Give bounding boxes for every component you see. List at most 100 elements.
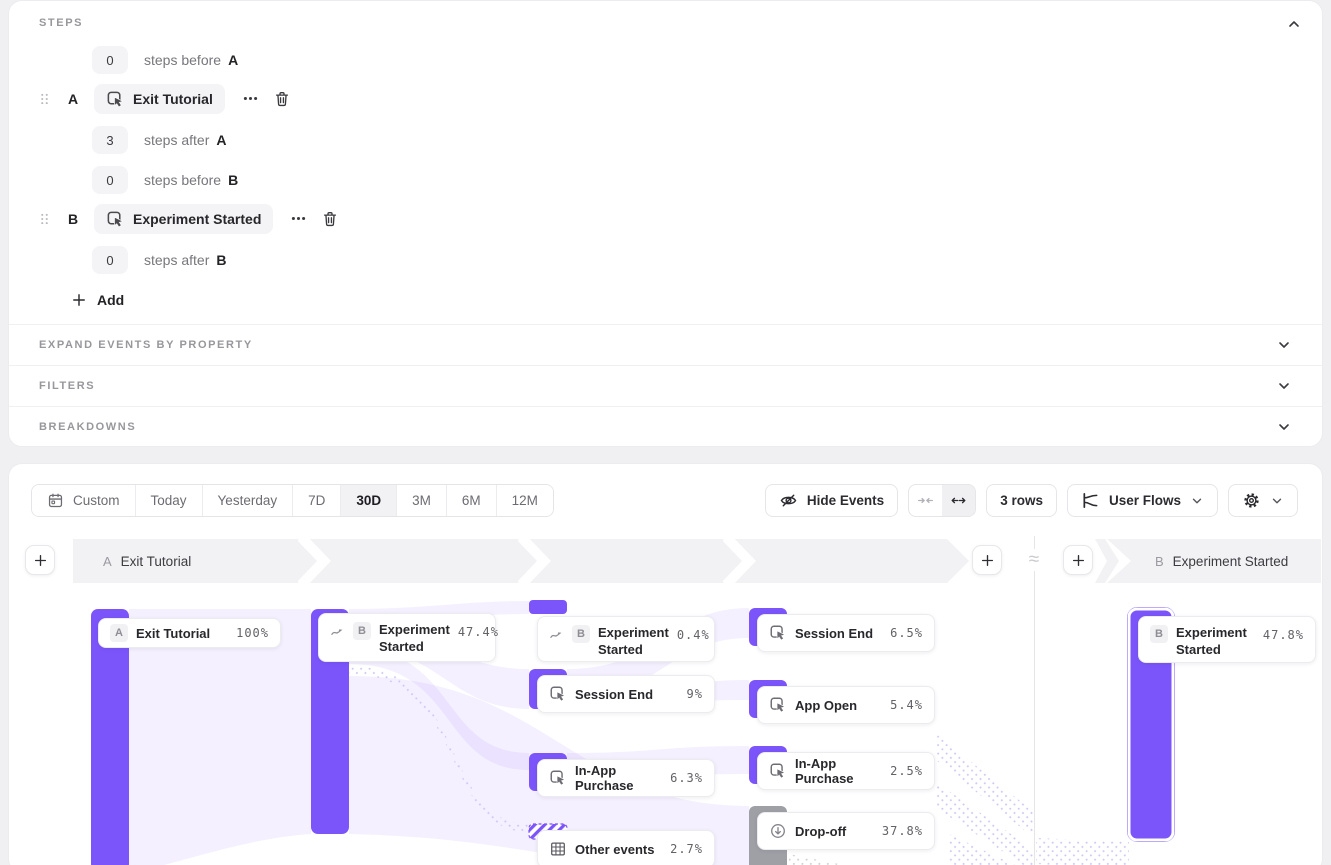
step-a-event-button[interactable]: Exit Tutorial xyxy=(94,84,225,114)
event-click-icon xyxy=(549,769,567,787)
flow-node-session-end-65[interactable]: Session End 6.5% xyxy=(757,614,935,652)
steps-before-a-count[interactable]: 0 xyxy=(92,46,128,74)
chevron-down-icon xyxy=(1276,418,1292,436)
node-percent: 37.8% xyxy=(882,824,923,838)
node-percent: 2.5% xyxy=(890,764,923,778)
gear-icon xyxy=(1242,491,1261,510)
steps-section-title: STEPS xyxy=(39,17,83,29)
node-label: In-App Purchase xyxy=(575,763,662,793)
node-label: Drop-off xyxy=(795,824,846,839)
steps-before-a-step: A xyxy=(228,52,238,68)
steps-before-a-row: 0 steps before A xyxy=(92,45,238,75)
add-step-button[interactable]: Add xyxy=(71,285,124,315)
rows-button[interactable]: 3 rows xyxy=(986,484,1057,517)
flow-node-experiment-started-478[interactable]: B Experiment Started 47.8% xyxy=(1138,616,1316,663)
node-label: Experiment Started xyxy=(379,622,450,656)
calendar-icon xyxy=(47,492,64,509)
section-breakdowns[interactable]: BREAKDOWNS xyxy=(9,406,1322,447)
plus-icon xyxy=(71,292,87,308)
add-column-left-button[interactable] xyxy=(25,545,55,575)
chevron-down-icon xyxy=(1190,494,1204,508)
node-label: Experiment Started xyxy=(1176,625,1255,659)
steps-before-b-count[interactable]: 0 xyxy=(92,166,128,194)
section-expand-events-by-property[interactable]: EXPAND EVENTS BY PROPERTY xyxy=(9,324,1322,365)
drag-handle-icon[interactable] xyxy=(37,90,52,108)
flow-node-experiment-started-47[interactable]: B Experiment Started 47.4% xyxy=(318,613,496,662)
band-step-letter: A xyxy=(103,554,112,569)
plus-icon xyxy=(33,553,48,568)
add-column-mid-right-button[interactable] xyxy=(1063,545,1093,575)
steps-before-b-label: steps before xyxy=(144,172,221,188)
step-badge: B xyxy=(572,625,590,643)
flow-node-experiment-started-04[interactable]: B Experiment Started 0.4% xyxy=(537,616,715,662)
step-b-event-name: Experiment Started xyxy=(133,211,261,227)
event-click-icon xyxy=(769,696,787,714)
node-percent: 9% xyxy=(687,687,703,701)
add-column-mid-left-button[interactable] xyxy=(972,545,1002,575)
steps-after-a-label: steps after xyxy=(144,132,209,148)
section-label: EXPAND EVENTS BY PROPERTY xyxy=(39,339,253,351)
node-label: Session End xyxy=(575,687,653,702)
flow-node-in-app-purchase-25[interactable]: In-App Purchase 2.5% xyxy=(757,752,935,790)
view-selector-button[interactable]: User Flows xyxy=(1067,484,1218,517)
eye-off-icon xyxy=(779,491,798,510)
collapse-steps-button[interactable] xyxy=(1286,15,1302,33)
steps-after-b-row: 0 steps after B xyxy=(92,245,227,275)
flow-node-exit-tutorial[interactable]: A Exit Tutorial 100% xyxy=(98,618,281,648)
steps-after-a-count[interactable]: 3 xyxy=(92,126,128,154)
flow-node-app-open[interactable]: App Open 5.4% xyxy=(757,686,935,724)
step-a-row: A Exit Tutorial xyxy=(37,84,291,114)
event-click-icon xyxy=(769,762,787,780)
node-label: Experiment Started xyxy=(598,625,669,659)
step-a-delete-icon[interactable] xyxy=(273,90,291,108)
date-range-custom[interactable]: Custom xyxy=(32,485,135,516)
node-percent: 47.4% xyxy=(458,625,499,639)
date-range-6m[interactable]: 6M xyxy=(446,485,496,516)
step-a-letter: A xyxy=(66,91,80,107)
step-b-options-icon[interactable] xyxy=(290,210,307,228)
chevron-down-icon xyxy=(1276,336,1292,354)
arrows-outward-icon xyxy=(950,492,967,509)
collapse-columns-button[interactable] xyxy=(909,485,942,516)
steps-after-b-step: B xyxy=(216,252,226,268)
steps-before-a-label: steps before xyxy=(144,52,221,68)
date-range-yesterday[interactable]: Yesterday xyxy=(202,485,293,516)
steps-after-a-row: 3 steps after A xyxy=(92,125,227,155)
date-range-control: Custom Today Yesterday 7D 30D 3M 6M 12M xyxy=(31,484,554,517)
band-step-label: Exit Tutorial xyxy=(121,554,192,569)
date-range-12m[interactable]: 12M xyxy=(496,485,553,516)
date-range-7d[interactable]: 7D xyxy=(292,485,340,516)
hide-events-button[interactable]: Hide Events xyxy=(765,484,898,517)
band-separator-chevron xyxy=(298,539,332,583)
user-flows-panel: Custom Today Yesterday 7D 30D 3M 6M 12M … xyxy=(8,463,1323,865)
user-flows-icon xyxy=(1081,491,1100,510)
date-range-30d[interactable]: 30D xyxy=(340,485,396,516)
date-range-3m[interactable]: 3M xyxy=(396,485,446,516)
flow-node-session-end-9[interactable]: Session End 9% xyxy=(537,675,715,713)
flow-node-other-events[interactable]: Other events 2.7% xyxy=(537,830,715,865)
node-label: In-App Purchase xyxy=(795,756,882,786)
approx-break-symbol: ≈ xyxy=(1020,549,1048,571)
flow-node-drop-off[interactable]: Drop-off 37.8% xyxy=(757,812,935,850)
grid-icon xyxy=(549,840,567,858)
steps-after-b-count[interactable]: 0 xyxy=(92,246,128,274)
node-percent: 0.4% xyxy=(677,628,710,642)
node-label: Session End xyxy=(795,626,873,641)
section-filters[interactable]: FILTERS xyxy=(9,365,1322,406)
step-b-column-band[interactable]: B Experiment Started xyxy=(1107,539,1321,583)
step-b-delete-icon[interactable] xyxy=(321,210,339,228)
drag-handle-icon[interactable] xyxy=(37,210,52,228)
step-a-options-icon[interactable] xyxy=(242,90,259,108)
chevron-down-icon xyxy=(1276,377,1292,395)
flow-toolbar: Custom Today Yesterday 7D 30D 3M 6M 12M … xyxy=(31,484,1298,517)
drop-off-icon xyxy=(769,822,787,840)
expand-columns-button[interactable] xyxy=(942,485,975,516)
date-range-today[interactable]: Today xyxy=(135,485,202,516)
settings-button[interactable] xyxy=(1228,484,1298,517)
step-b-event-button[interactable]: Experiment Started xyxy=(94,204,273,234)
flow-node-in-app-purchase-63[interactable]: In-App Purchase 6.3% xyxy=(537,759,715,797)
step-a-column-band[interactable]: A Exit Tutorial xyxy=(73,539,969,583)
indirect-path-icon xyxy=(330,625,345,640)
indirect-path-icon xyxy=(549,628,564,643)
steps-after-b-label: steps after xyxy=(144,252,209,268)
